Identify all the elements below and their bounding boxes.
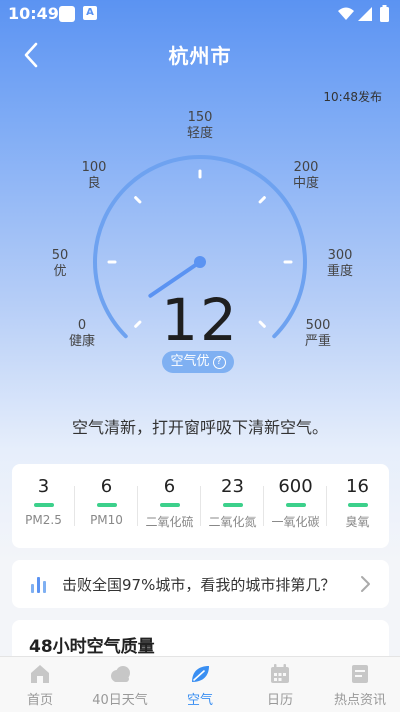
wifi-icon xyxy=(338,7,354,20)
tab-hot-news[interactable]: 热点资讯 xyxy=(320,657,400,712)
pollutant-label: 臭氧 xyxy=(345,515,370,529)
tab-air[interactable]: 空气 xyxy=(160,657,240,712)
gauge-hub xyxy=(194,256,206,268)
page-title: 杭州市 xyxy=(168,44,232,68)
hourly-aqi-title: 48小时空气质量 xyxy=(29,637,155,657)
pollutant-level-bar xyxy=(96,503,117,507)
news-icon xyxy=(352,665,368,683)
bar-chart-icon xyxy=(31,577,46,593)
status-icons xyxy=(338,5,389,22)
pollutant-label: 二氧化硫 xyxy=(145,515,194,529)
pollutant-label: PM2.5 xyxy=(25,513,62,527)
leaf-icon xyxy=(192,666,209,682)
pollutant-value: 16 xyxy=(346,476,369,497)
city-ranking-card[interactable]: 击败全国97%城市，看我的城市排第几？ xyxy=(12,560,389,608)
pollutant-level-bar xyxy=(33,503,54,507)
scale-label-200: 200 中度 xyxy=(292,160,319,191)
pollutant-value: 6 xyxy=(163,476,176,497)
aqi-value: 12 xyxy=(161,286,239,354)
signal-icon xyxy=(358,7,372,21)
bottom-tab-bar: 首页 40日天气 空气 日历 热点资讯 xyxy=(0,656,400,712)
pollutant-value: 23 xyxy=(221,476,244,497)
calendar-icon xyxy=(271,664,289,683)
pollutant-so2[interactable]: 6 二氧化硫 xyxy=(138,464,201,548)
pollutant-value: 3 xyxy=(37,476,50,497)
pollutant-value: 600 xyxy=(278,476,313,497)
cloud-icon xyxy=(111,666,130,682)
pollutant-level-bar xyxy=(285,503,306,507)
ranking-text: 击败全国97%城市，看我的城市排第几？ xyxy=(62,576,336,594)
pollutant-value: 6 xyxy=(100,476,113,497)
tab-home[interactable]: 首页 xyxy=(0,657,80,712)
tab-40day-weather[interactable]: 40日天气 xyxy=(80,657,160,712)
tab-calendar[interactable]: 日历 xyxy=(240,657,320,712)
notification-icon xyxy=(59,6,75,22)
pollutant-level-bar xyxy=(222,503,243,507)
pollutant-level-bar xyxy=(347,503,368,507)
pollutant-label: PM10 xyxy=(90,513,123,527)
tab-label: 日历 xyxy=(266,693,293,708)
chevron-right-icon xyxy=(361,576,370,592)
scale-label-300: 300 重度 xyxy=(326,248,353,279)
pollutant-o3[interactable]: 16 臭氧 xyxy=(326,464,389,548)
help-icon: ? xyxy=(212,356,226,369)
tab-label: 热点资讯 xyxy=(333,693,386,708)
scale-label-150: 150 轻度 xyxy=(186,110,213,141)
air-advice: 空气清新，打开窗呼吸下清新空气。 xyxy=(71,418,328,437)
gauge-tick xyxy=(134,196,142,204)
pollutant-label: 一氧化碳 xyxy=(271,515,320,529)
gauge-tick xyxy=(258,196,266,204)
scale-label-100: 100 良 xyxy=(81,160,107,191)
aqi-quality-badge[interactable]: 空气优? xyxy=(162,351,234,373)
header: 杭州市 xyxy=(0,30,400,76)
aqi-quality-label: 空气优 xyxy=(170,354,210,369)
battery-icon xyxy=(380,7,389,22)
notification-a-icon: A xyxy=(83,6,97,20)
pollutant-card: 3 PM2.5 6 PM10 6 二氧化硫 23 二氧化氮 600 一氧化碳 1… xyxy=(12,464,389,548)
home-icon xyxy=(31,665,49,683)
tab-label: 40日天气 xyxy=(92,693,148,708)
tab-label: 首页 xyxy=(26,693,53,708)
status-bar: 10:49 A xyxy=(0,0,400,28)
status-time: 10:49 xyxy=(8,4,59,23)
pollutant-pm10[interactable]: 6 PM10 xyxy=(75,464,138,548)
pollutant-co[interactable]: 600 一氧化碳 xyxy=(264,464,327,548)
pollutant-no2[interactable]: 23 二氧化氮 xyxy=(201,464,264,548)
pollutant-pm25[interactable]: 3 PM2.5 xyxy=(12,464,75,548)
tab-label: 空气 xyxy=(186,693,213,708)
pollutant-level-bar xyxy=(159,503,180,507)
pollutant-label: 二氧化氮 xyxy=(208,515,257,529)
scale-label-50: 50 优 xyxy=(51,248,69,279)
